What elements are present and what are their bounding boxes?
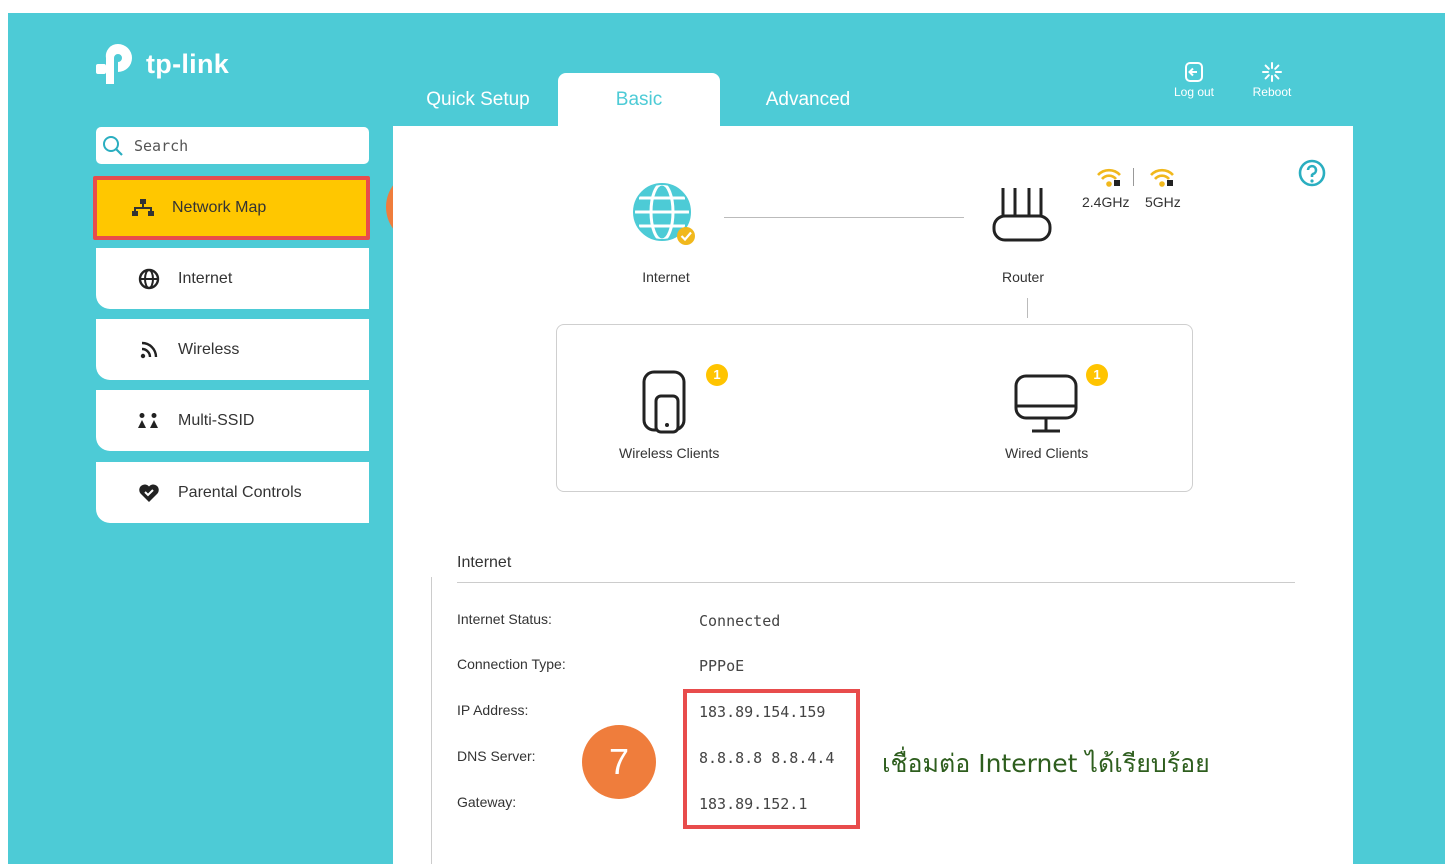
network-map-icon xyxy=(130,196,156,220)
gateway-label: Gateway: xyxy=(457,794,517,810)
sidebar-item-network-map[interactable]: Network Map xyxy=(93,176,370,240)
wifi-24ghz-icon xyxy=(1097,168,1121,187)
sidebar-item-label: Network Map xyxy=(172,199,267,216)
logout-label: Log out xyxy=(1173,85,1215,99)
dns-server-label: DNS Server: xyxy=(457,748,536,764)
band-divider xyxy=(1133,168,1134,186)
sidebar-item-label: Parental Controls xyxy=(178,483,302,501)
band-5ghz-label: 5GHz xyxy=(1145,194,1181,210)
wireless-clients-icon xyxy=(642,370,686,434)
tab-advanced[interactable]: Advanced xyxy=(738,73,878,126)
section-divider xyxy=(457,582,1295,583)
sidebar-item-parental-controls[interactable]: Parental Controls xyxy=(96,462,369,523)
connection-line xyxy=(724,217,964,218)
connection-success-note: เชื่อมต่อ Internet ได้เรียบร้อย xyxy=(882,749,1210,778)
internet-section-title: Internet xyxy=(457,554,512,571)
wifi-5ghz-icon xyxy=(1150,168,1174,187)
wired-clients-icon xyxy=(1014,374,1078,433)
tp-link-logo-mark xyxy=(96,43,132,84)
logout-button[interactable]: Log out xyxy=(1164,61,1224,99)
tab-basic[interactable]: Basic xyxy=(558,73,720,126)
wireless-clients-label: Wireless Clients xyxy=(619,445,720,461)
wired-clients-count-badge: 1 xyxy=(1086,364,1108,386)
router-node-label: Router xyxy=(1001,269,1045,285)
wireless-clients-count-badge: 1 xyxy=(706,364,728,386)
search-input[interactable] xyxy=(132,135,356,156)
internet-node-label: Internet xyxy=(642,269,690,285)
sidebar-item-internet[interactable]: Internet xyxy=(96,248,369,309)
band-24ghz-label: 2.4GHz xyxy=(1082,194,1130,210)
sidebar-item-wireless[interactable]: Wireless xyxy=(96,319,369,380)
clients-card: 1 Wireless Clients 1 Wired Clients xyxy=(556,324,1193,492)
sidebar-item-label: Multi-SSID xyxy=(178,411,255,429)
router-link-line xyxy=(1027,298,1028,318)
sidebar-item-multi-ssid[interactable]: Multi-SSID xyxy=(96,390,369,451)
app-frame: tp-link Quick Setup Basic Advanced Log o… xyxy=(8,13,1445,864)
help-icon[interactable] xyxy=(1298,159,1326,187)
main-panel: Internet Router 2.4GHz 5GHz 1 Wireless C… xyxy=(393,126,1353,864)
search-icon xyxy=(103,135,123,156)
logo-text: tp-link xyxy=(146,48,230,79)
section-left-border xyxy=(431,577,432,864)
connection-type-label: Connection Type: xyxy=(457,656,566,672)
reboot-label: Reboot xyxy=(1252,85,1292,99)
heart-icon xyxy=(136,481,162,505)
reboot-icon xyxy=(1262,62,1282,82)
connection-type-value: PPPoE xyxy=(699,657,745,675)
router-icon xyxy=(992,188,1052,242)
wired-clients-label: Wired Clients xyxy=(1005,445,1089,461)
ip-info-highlight-box xyxy=(683,689,860,829)
logout-icon xyxy=(1185,62,1203,82)
globe-icon xyxy=(136,267,162,291)
sidebar-item-label: Wireless xyxy=(178,340,240,358)
reboot-button[interactable]: Reboot xyxy=(1242,61,1302,99)
sidebar-item-label: Internet xyxy=(178,269,233,287)
internet-status-value: Connected xyxy=(699,612,781,630)
ip-address-label: IP Address: xyxy=(457,702,529,718)
tp-link-logo: tp-link xyxy=(96,42,229,86)
internet-status-label: Internet Status: xyxy=(457,611,552,627)
internet-globe-icon xyxy=(633,182,695,245)
search-box[interactable] xyxy=(96,127,369,164)
step-marker-7: 7 xyxy=(582,725,656,799)
tab-quick-setup[interactable]: Quick Setup xyxy=(408,73,548,126)
multi-ssid-icon xyxy=(136,409,162,433)
wireless-icon xyxy=(136,338,162,362)
